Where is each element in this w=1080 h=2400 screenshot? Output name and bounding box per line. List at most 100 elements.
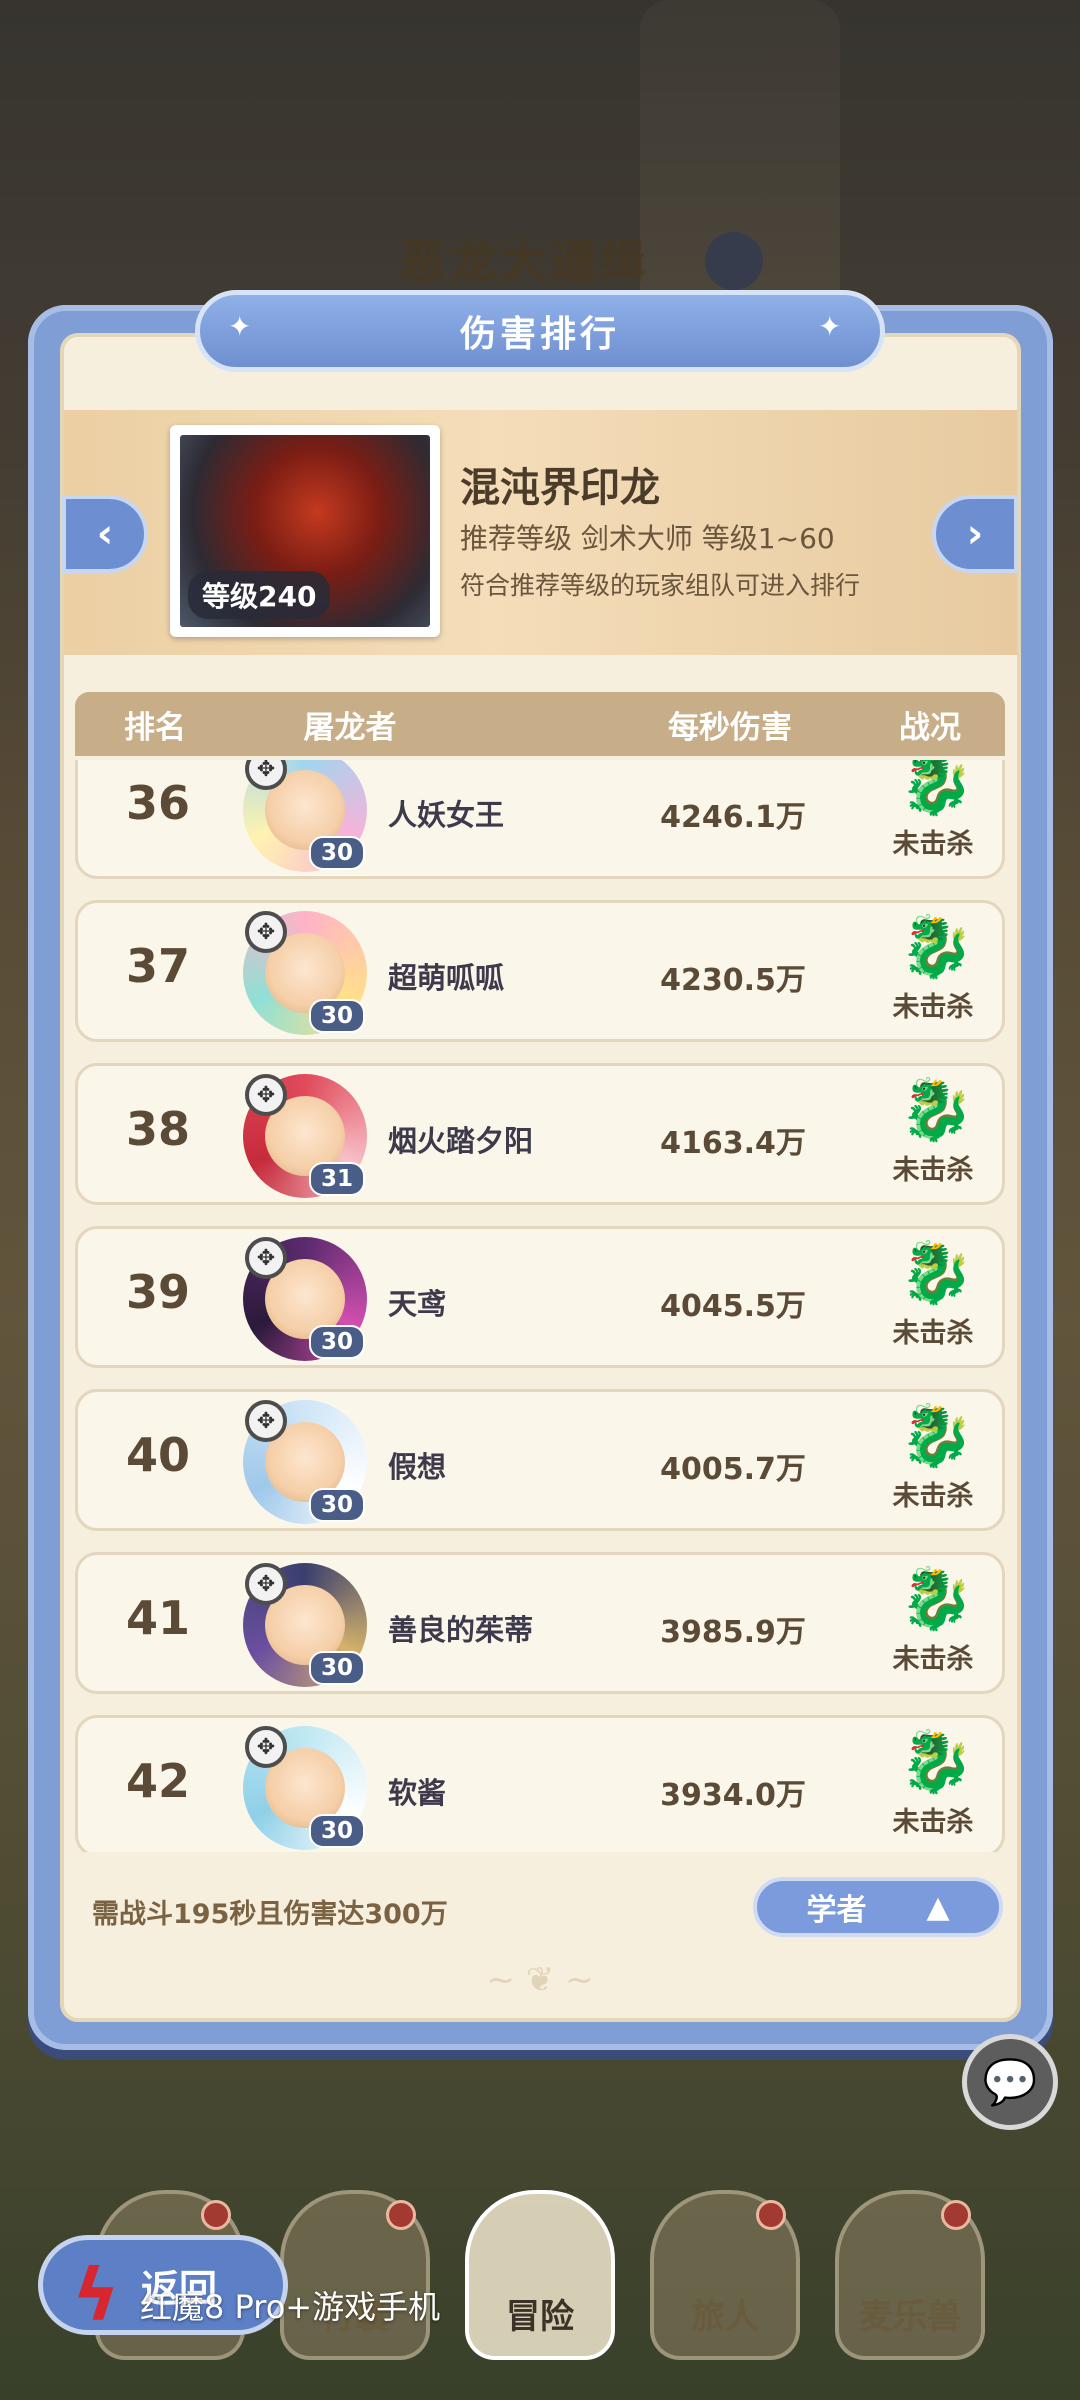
nav-label: 冒险 <box>506 2297 574 2337</box>
sparkle-icon: ✦ <box>818 310 842 343</box>
nav-bag[interactable]: 行囊 <box>280 2190 430 2360</box>
header-dps: 每秒伤害 <box>668 709 792 746</box>
player-name: 假想 <box>388 1450 447 1484</box>
dragon-icon: 🐉 <box>899 1401 974 1471</box>
dragon-icon: 🐉 <box>899 1075 974 1145</box>
boss-recommendation: 推荐等级 剑术大师 等级1~60 <box>460 522 835 555</box>
ranking-row[interactable]: 36 ✥ 30 人妖女王 4246.1万 🐉 未击杀 <box>75 760 1005 879</box>
boss-level-badge: 等级240 <box>188 571 331 619</box>
next-boss-button[interactable]: › <box>932 495 1018 573</box>
player-dps: 4163.4万 <box>660 1126 806 1161</box>
boss-note: 符合推荐等级的玩家组队可进入排行 <box>460 571 861 600</box>
nav-pets[interactable]: 麦乐兽 <box>835 2190 985 2360</box>
rank-number: 40 <box>125 1428 190 1482</box>
status-text: 未击杀 <box>892 1481 974 1512</box>
player-name: 软酱 <box>388 1776 447 1810</box>
player-dps: 3934.0万 <box>660 1778 806 1813</box>
status-text: 未击杀 <box>892 992 974 1023</box>
battle-status: 🐉 未击杀 <box>858 760 1005 861</box>
ranking-row[interactable]: 42 ✥ 30 软酱 3934.0万 🐉 未击杀 <box>75 1715 1005 1852</box>
battle-status: 🐉 未击杀 <box>858 1728 1005 1839</box>
player-level: 30 <box>309 999 366 1033</box>
boss-name: 混沌界印龙 <box>460 465 660 511</box>
ranking-row[interactable]: 37 ✥ 30 超萌呱呱 4230.5万 🐉 未击杀 <box>75 900 1005 1042</box>
player-name: 天鸢 <box>388 1287 447 1321</box>
rank-number: 36 <box>125 776 190 830</box>
player-dps: 4005.7万 <box>660 1452 806 1487</box>
header-status: 战况 <box>899 709 961 746</box>
header-rank: 排名 <box>124 709 186 746</box>
emblem-icon: ✥ <box>245 1563 287 1605</box>
emblem-icon: ✥ <box>245 1400 287 1442</box>
prev-boss-button[interactable]: ‹ <box>62 495 148 573</box>
rank-number: 38 <box>125 1102 190 1156</box>
ornament-icon: ~ ❦ ~ <box>486 1960 594 2000</box>
player-avatar[interactable]: ✥ 30 <box>243 1563 367 1687</box>
player-avatar[interactable]: ✥ 31 <box>243 1074 367 1198</box>
player-name: 善良的茱蒂 <box>388 1613 534 1647</box>
redmagic-logo-icon: ϟ <box>72 2253 120 2337</box>
player-level: 30 <box>309 1325 366 1359</box>
battle-status: 🐉 未击杀 <box>858 913 1005 1024</box>
chat-icon: 💬 <box>982 2057 1038 2108</box>
player-avatar[interactable]: ✥ 30 <box>243 1237 367 1361</box>
boss-portrait: 等级240 <box>170 425 440 637</box>
ranking-list[interactable]: 36 ✥ 30 人妖女王 4246.1万 🐉 未击杀 37 ✥ 30 超萌呱呱 4230.5万 🐉 未击杀… <box>75 760 1005 1852</box>
device-watermark: 红魔8 Pro+游戏手机 <box>140 2288 441 2326</box>
dragon-icon: 🐉 <box>899 1727 974 1797</box>
player-level: 30 <box>309 1814 366 1848</box>
player-level: 30 <box>309 1488 366 1522</box>
ranking-row[interactable]: 41 ✥ 30 善良的茱蒂 3985.9万 🐉 未击杀 <box>75 1552 1005 1694</box>
nav-traveler[interactable]: 旅人 <box>650 2190 800 2360</box>
player-name: 超萌呱呱 <box>388 961 505 995</box>
rank-number: 37 <box>125 939 190 993</box>
class-select-button[interactable]: 学者 ▲ <box>753 1877 1003 1937</box>
dragon-icon: 🐉 <box>899 1238 974 1308</box>
player-dps: 4230.5万 <box>660 963 806 998</box>
battle-status: 🐉 未击杀 <box>858 1076 1005 1187</box>
player-name: 烟火踏夕阳 <box>388 1124 534 1158</box>
player-name: 人妖女王 <box>388 798 505 832</box>
triangle-up-icon: ▲ <box>926 1889 950 1925</box>
player-avatar[interactable]: ✥ 30 <box>243 760 367 872</box>
status-text: 未击杀 <box>892 1155 974 1186</box>
status-text: 未击杀 <box>892 1807 974 1838</box>
rank-number: 39 <box>125 1265 190 1319</box>
panel-title: 伤害排行 <box>459 314 620 355</box>
status-text: 未击杀 <box>892 1318 974 1349</box>
nav-label: 麦乐兽 <box>859 2297 961 2337</box>
player-avatar[interactable]: ✥ 30 <box>243 1726 367 1850</box>
chat-button[interactable]: 💬 <box>962 2034 1058 2130</box>
header-slayer: 屠龙者 <box>303 709 397 746</box>
notification-dot <box>201 2200 231 2230</box>
emblem-icon: ✥ <box>245 1074 287 1116</box>
notification-dot <box>386 2200 416 2230</box>
notification-dot <box>941 2200 971 2230</box>
nav-adventure[interactable]: 冒险 <box>465 2190 615 2360</box>
emblem-icon: ✥ <box>245 1726 287 1768</box>
battle-status: 🐉 未击杀 <box>858 1402 1005 1513</box>
dragon-icon: 🐉 <box>899 1564 974 1634</box>
player-dps: 4246.1万 <box>660 800 806 835</box>
player-dps: 4045.5万 <box>660 1289 806 1324</box>
rank-number: 41 <box>125 1591 190 1645</box>
chevron-right-icon: › <box>966 511 984 557</box>
emblem-icon: ✥ <box>245 1237 287 1279</box>
dragon-icon: 🐉 <box>899 760 974 819</box>
notification-dot <box>756 2200 786 2230</box>
boss-dragon-image: 等级240 <box>180 435 430 627</box>
dragon-icon: 🐉 <box>899 912 974 982</box>
player-avatar[interactable]: ✥ 30 <box>243 911 367 1035</box>
ranking-row[interactable]: 40 ✥ 30 假想 4005.7万 🐉 未击杀 <box>75 1389 1005 1531</box>
nav-label: 旅人 <box>691 2297 759 2337</box>
ranking-row[interactable]: 39 ✥ 30 天鸢 4045.5万 🐉 未击杀 <box>75 1226 1005 1368</box>
player-level: 31 <box>309 1162 366 1196</box>
panel-header: 伤害排行 <box>195 290 885 372</box>
chevron-left-icon: ‹ <box>96 511 114 557</box>
player-level: 30 <box>309 836 366 870</box>
player-avatar[interactable]: ✥ 30 <box>243 1400 367 1524</box>
ranking-row[interactable]: 38 ✥ 31 烟火踏夕阳 4163.4万 🐉 未击杀 <box>75 1063 1005 1205</box>
class-select-label: 学者 <box>806 1893 867 1928</box>
table-header: 排名 屠龙者 每秒伤害 战况 <box>75 692 1005 756</box>
player-level: 30 <box>309 1651 366 1685</box>
